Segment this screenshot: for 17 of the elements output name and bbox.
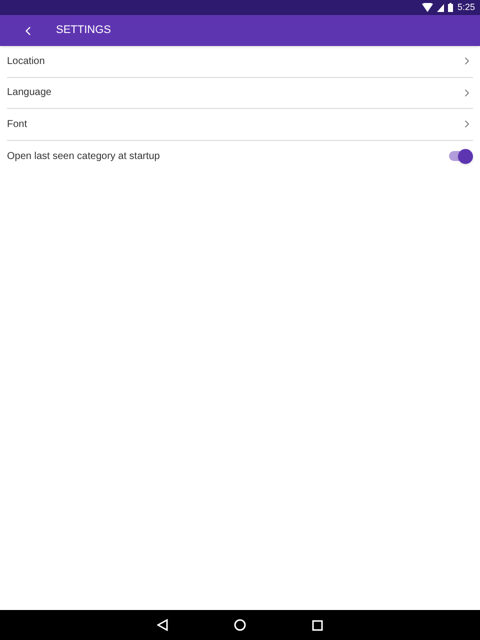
battery-icon [448, 3, 454, 12]
settings-row[interactable]: Open last seen category at startup [7, 140, 473, 172]
settings-label: Location [7, 54, 45, 69]
settings-row[interactable]: Location [7, 46, 473, 78]
settings-label: Font [7, 118, 28, 132]
wifi-icon [422, 3, 434, 12]
signal-icon [437, 4, 444, 12]
settings-row[interactable]: Language [7, 78, 473, 109]
settings-label: Language [7, 86, 52, 100]
status-time: 5:25 [457, 3, 475, 12]
back-icon[interactable] [157, 619, 168, 631]
toggle-switch[interactable] [447, 148, 473, 164]
settings-row[interactable]: Font [7, 109, 473, 140]
toolbar-title: SETTINGS [56, 23, 112, 38]
overview-icon[interactable] [312, 620, 323, 630]
settings-label: Open last seen category at startup [7, 150, 160, 164]
home-icon[interactable] [234, 619, 246, 631]
